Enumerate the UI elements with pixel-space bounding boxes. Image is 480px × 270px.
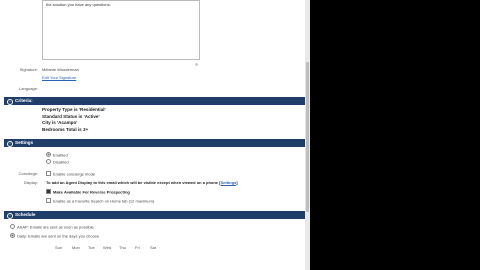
day-sat[interactable]: Sat — [150, 245, 156, 250]
daily-label: Daily: Emails are sent on the days you c… — [17, 233, 100, 239]
language-label: Language: — [19, 86, 38, 91]
day-mon[interactable]: Mon — [72, 245, 80, 250]
criteria-line: Property Type is 'Residential' — [42, 107, 106, 112]
reverse-prospecting-checkbox[interactable] — [46, 189, 51, 194]
display-close-bracket: ] — [236, 180, 238, 185]
signature-value: Melanie Wooderman — [42, 67, 79, 72]
criteria-header-label: Criteria: — [15, 98, 33, 103]
scrollbar-thumb[interactable] — [306, 62, 309, 212]
email-body-text: the solution you have any questions. — [46, 2, 111, 7]
display-settings-link[interactable]: Settings — [220, 180, 236, 185]
criteria-section-header[interactable]: − Criteria: — [4, 97, 305, 105]
favorite-search-label: Enable as a Favorite Search on Home tab … — [53, 198, 155, 204]
asap-label: ASAP: Emails are sent as soon as possibl… — [17, 224, 94, 230]
daily-radio[interactable] — [10, 233, 15, 238]
settings-section-header[interactable]: − Settings — [4, 139, 305, 147]
reverse-prospecting-option[interactable]: Make Available For Reverse Prospecting — [46, 189, 130, 195]
day-thu[interactable]: Thu — [119, 245, 126, 250]
asap-radio[interactable] — [10, 224, 15, 229]
schedule-section-header[interactable]: − Schedule — [4, 211, 305, 219]
display-text: To add an Agent Display to this email wh… — [46, 180, 238, 185]
enabled-option[interactable]: Enabled — [46, 152, 68, 158]
disabled-label: Disabled — [53, 159, 69, 165]
enabled-label: Enabled — [53, 152, 68, 158]
day-tue[interactable]: Tue — [88, 245, 95, 250]
daily-option[interactable]: Daily: Emails are sent on the days you c… — [10, 233, 99, 239]
asap-option[interactable]: ASAP: Emails are sent as soon as possibl… — [10, 224, 94, 230]
signature-label: Signature: — [19, 67, 38, 72]
collapse-icon: − — [7, 98, 13, 105]
collapse-icon: − — [7, 140, 13, 147]
favorite-search-checkbox[interactable] — [46, 198, 51, 203]
content-panel: the solution you have any questions. Sig… — [0, 0, 305, 270]
display-label: Display: — [23, 180, 38, 185]
concierge-option-label: Enable concierge mode — [53, 171, 96, 177]
screen: the solution you have any questions. Sig… — [0, 0, 480, 270]
edit-signature-link[interactable]: Edit Your Signature — [42, 75, 76, 80]
concierge-option[interactable]: Enable concierge mode — [46, 171, 95, 177]
settings-header-label: Settings — [15, 140, 34, 145]
favorite-search-option[interactable]: Enable as a Favorite Search on Home tab … — [46, 198, 154, 204]
disabled-radio[interactable] — [46, 159, 51, 164]
concierge-checkbox[interactable] — [46, 171, 51, 176]
day-sun[interactable]: Sun — [55, 245, 62, 250]
schedule-header-label: Schedule — [15, 212, 36, 217]
enabled-radio[interactable] — [46, 152, 51, 157]
day-fri[interactable]: Fri — [135, 245, 140, 250]
criteria-list: Property Type is 'Residential' Standard … — [42, 107, 106, 133]
textarea-resize-handle[interactable] — [195, 63, 198, 66]
criteria-line: Bedrooms Total is 3+ — [42, 126, 89, 132]
concierge-label: Concierge: — [18, 171, 38, 176]
disabled-option[interactable]: Disabled — [46, 159, 69, 165]
day-wed[interactable]: Wed — [103, 245, 111, 250]
collapse-icon: − — [7, 212, 13, 219]
reverse-prospecting-label: Make Available For Reverse Prospecting — [53, 189, 130, 195]
email-body-textarea[interactable]: the solution you have any questions. — [42, 0, 200, 60]
display-description: To add an Agent Display to this email wh… — [46, 180, 221, 185]
